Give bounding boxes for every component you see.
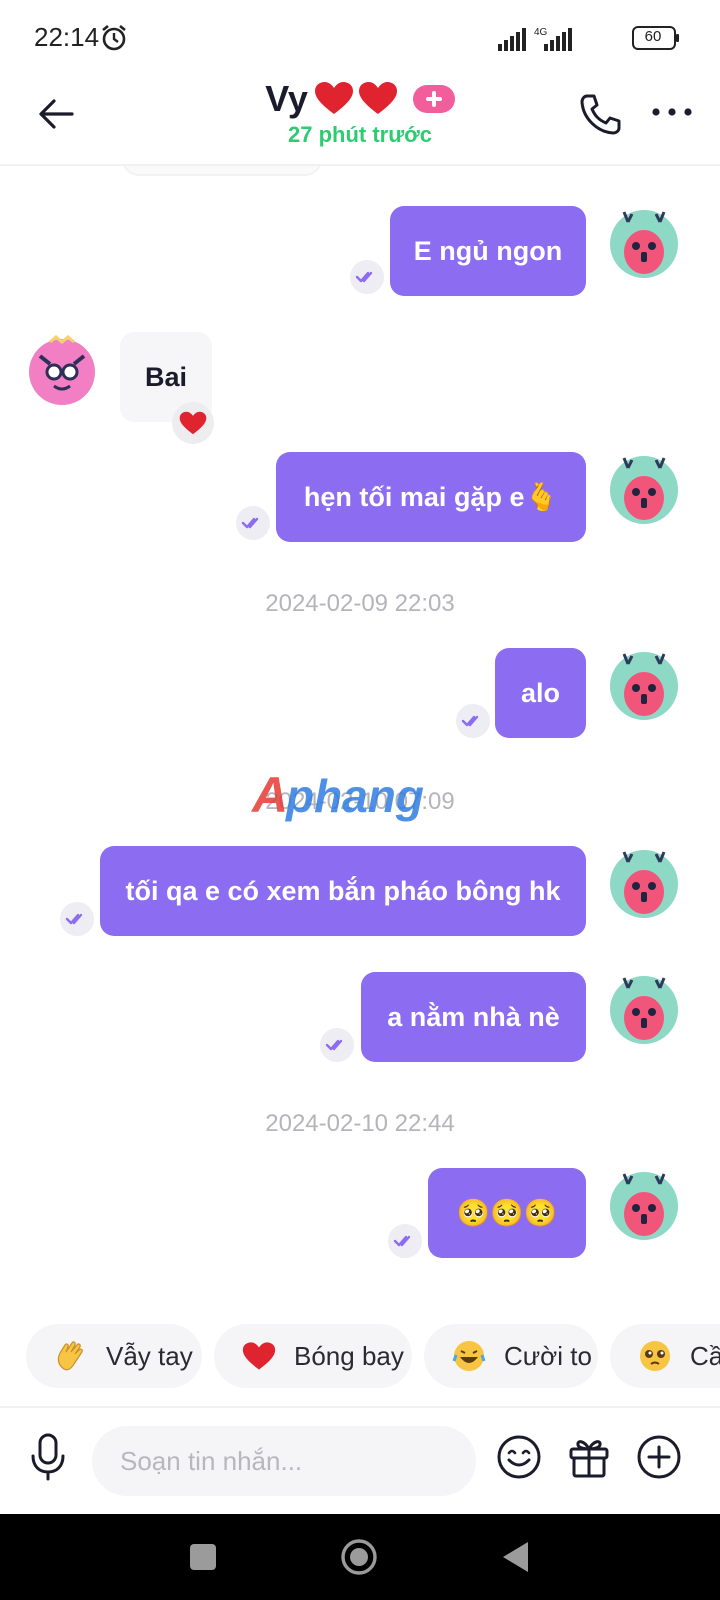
message-input[interactable]: [120, 1442, 450, 1480]
svg-text:A: A: [250, 767, 288, 823]
add-icon[interactable]: [636, 1434, 682, 1480]
pleading-face-icon: [640, 1341, 670, 1371]
alarm-icon: [102, 24, 126, 51]
quick-reaction-laugh[interactable]: Cười to: [424, 1324, 598, 1388]
seen-check-icon: [320, 1028, 354, 1062]
signal-icon: 4G: [498, 27, 572, 51]
battery-level: 60: [644, 28, 662, 45]
home-button[interactable]: [340, 1538, 378, 1576]
message-composer: [0, 1406, 720, 1514]
previous-message-edge: [122, 166, 322, 176]
seen-check-icon: [60, 902, 94, 936]
contact-name: Vy: [265, 78, 308, 119]
my-avatar-icon: [610, 456, 678, 524]
my-avatar-icon: [610, 976, 678, 1044]
more-options-icon[interactable]: [650, 100, 694, 124]
seen-check-icon: [236, 506, 270, 540]
message-timestamp: 2024-02-09 22:03: [265, 590, 455, 617]
system-nav-bar: [0, 1514, 720, 1600]
quick-reaction-balloon[interactable]: Bóng bay: [214, 1324, 412, 1388]
outgoing-message[interactable]: 🥺🥺🥺: [428, 1168, 586, 1258]
hearts-icon: [315, 82, 398, 114]
quick-reaction-wave[interactable]: Vẫy tay: [26, 1324, 202, 1388]
outgoing-message[interactable]: hẹn tối mai gặp e🫰: [276, 452, 586, 542]
chat-messages[interactable]: E ngủ ngon Bai hẹn tối mai gặp e🫰 2024-0…: [0, 166, 720, 1312]
status-time: 22:14: [34, 22, 100, 52]
quick-reaction-label: Cầ: [690, 1340, 720, 1371]
recent-apps-button[interactable]: [190, 1544, 216, 1570]
phone-call-icon[interactable]: [578, 92, 622, 136]
seen-check-icon: [350, 260, 384, 294]
gift-icon[interactable]: [566, 1434, 612, 1480]
network-type: 4G: [534, 27, 548, 38]
quick-reaction-label: Vẫy tay: [106, 1340, 193, 1371]
seen-check-icon: [388, 1224, 422, 1258]
my-avatar-icon: [610, 210, 678, 278]
quick-reaction-label: Bóng bay: [294, 1340, 404, 1371]
microphone-icon[interactable]: [28, 1432, 68, 1482]
nav-back-button[interactable]: [500, 1540, 530, 1574]
my-avatar-icon: [610, 1172, 678, 1240]
outgoing-message[interactable]: E ngủ ngon: [390, 206, 586, 296]
seen-check-icon: [456, 704, 490, 738]
emoji-icon[interactable]: [496, 1434, 542, 1480]
svg-text:phang: phang: [284, 770, 424, 822]
outgoing-message[interactable]: alo: [495, 648, 586, 738]
my-avatar-icon: [610, 850, 678, 918]
chat-header: Vy 27 phút trước: [0, 78, 720, 166]
plus-badge[interactable]: [412, 85, 455, 113]
outgoing-message[interactable]: a nằm nhà nè: [361, 972, 586, 1062]
heart-icon: [242, 1342, 276, 1370]
waving-hand-icon: [57, 1341, 83, 1371]
aphang-watermark: A phang: [250, 767, 424, 823]
status-bar: 22:14 4G 60: [0, 0, 720, 78]
my-avatar-icon: [610, 652, 678, 720]
message-timestamp: 2024-02-10 22:44: [265, 1110, 455, 1137]
quick-reaction-label: Cười to: [504, 1340, 592, 1371]
laughing-face-icon: [452, 1341, 486, 1371]
contact-avatar-icon[interactable]: [26, 334, 98, 406]
quick-reaction-bar[interactable]: Vẫy tay Bóng bay Cười to Cầ: [0, 1324, 720, 1390]
outgoing-message[interactable]: tối qa e có xem bắn pháo bông hk: [100, 846, 586, 936]
heart-icon: [179, 411, 207, 435]
quick-reaction-plead[interactable]: Cầ: [610, 1324, 720, 1388]
message-input-container[interactable]: [92, 1426, 476, 1496]
heart-reaction[interactable]: [172, 402, 214, 444]
